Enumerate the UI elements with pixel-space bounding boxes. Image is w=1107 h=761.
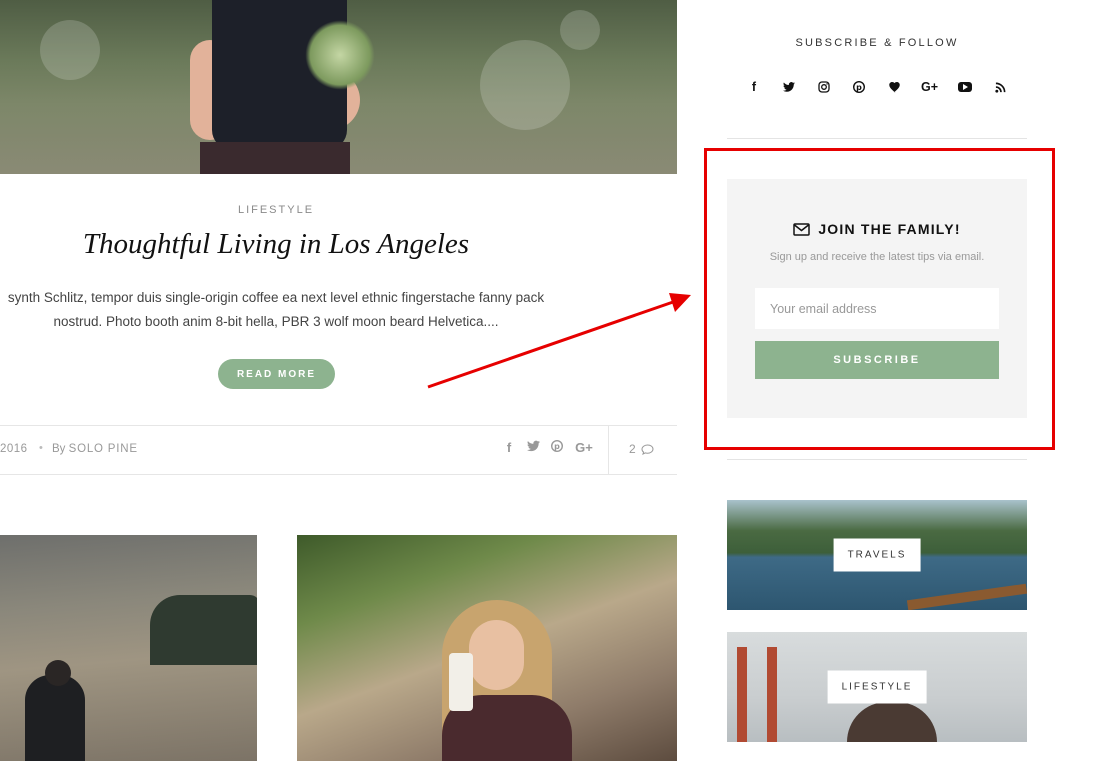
- excerpt-line: synth Schlitz, tempor duis single-origin…: [7, 290, 545, 305]
- pinterest-icon[interactable]: p: [550, 439, 564, 455]
- share-icons: f p G+: [502, 439, 594, 455]
- pinterest-icon[interactable]: p: [849, 79, 870, 95]
- facebook-icon[interactable]: f: [502, 440, 516, 455]
- twitter-icon[interactable]: [779, 79, 800, 95]
- post-meta-bar: 2016 • By SOLO PINE f p G+ 2: [0, 425, 677, 475]
- post-featured-image[interactable]: [0, 0, 677, 174]
- highlight-box: [704, 148, 1055, 450]
- rss-icon[interactable]: [990, 79, 1011, 95]
- sidebar-divider: [727, 459, 1027, 460]
- svg-text:p: p: [554, 442, 560, 451]
- read-more-button[interactable]: READ MORE: [218, 359, 335, 389]
- meta-separator: •: [39, 442, 43, 454]
- instagram-icon[interactable]: [814, 79, 835, 95]
- post-title[interactable]: Thoughtful Living in Los Angeles: [0, 228, 552, 261]
- post-thumbnail[interactable]: [0, 535, 257, 761]
- facebook-icon[interactable]: f: [744, 79, 765, 95]
- byline-prefix: By: [52, 443, 66, 455]
- post-thumbnail[interactable]: [297, 535, 677, 761]
- google-plus-icon[interactable]: G+: [919, 79, 941, 95]
- youtube-icon[interactable]: [955, 79, 976, 95]
- social-icons: f p G+: [727, 79, 1027, 95]
- post-author-link[interactable]: SOLO PINE: [69, 443, 138, 455]
- post-byline: By SOLO PINE: [52, 443, 138, 455]
- category-card-lifestyle[interactable]: LIFESTYLE: [727, 632, 1027, 742]
- comment-icon: [641, 443, 654, 455]
- google-plus-icon[interactable]: G+: [574, 440, 594, 455]
- comments-link[interactable]: 2: [629, 442, 654, 456]
- category-card-travels[interactable]: TRAVELS: [727, 500, 1027, 610]
- excerpt-line: nostrud. Photo booth anim 8-bit hella, P…: [53, 314, 499, 329]
- category-label: TRAVELS: [833, 538, 921, 572]
- category-label: LIFESTYLE: [827, 670, 927, 704]
- post-excerpt: synth Schlitz, tempor duis single-origin…: [0, 286, 552, 334]
- twitter-icon[interactable]: [526, 440, 540, 455]
- comment-count: 2: [629, 442, 636, 456]
- post-category[interactable]: LIFESTYLE: [0, 204, 552, 216]
- heart-icon[interactable]: [884, 79, 905, 95]
- subscribe-follow-heading: SUBSCRIBE & FOLLOW: [795, 37, 959, 49]
- sidebar-divider: [727, 138, 1027, 139]
- svg-text:p: p: [856, 83, 862, 92]
- post-date: 2016: [0, 443, 28, 455]
- meta-divider: [608, 426, 609, 474]
